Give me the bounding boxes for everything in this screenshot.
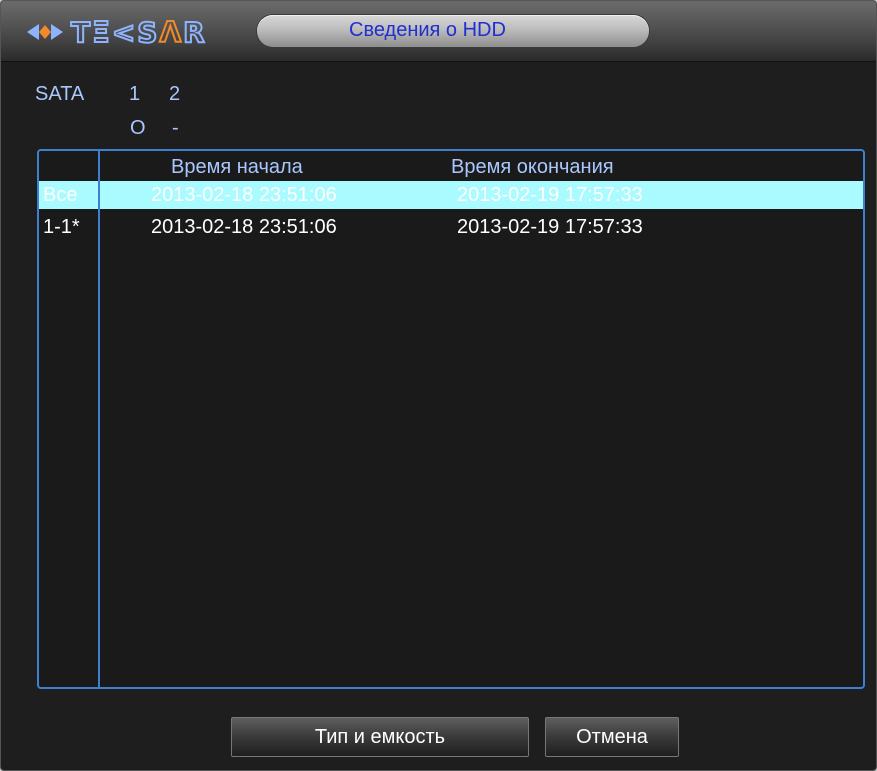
column-header-start: Время начала bbox=[171, 156, 303, 178]
row-start-time: 2013-02-18 23:51:06 bbox=[151, 184, 337, 206]
type-capacity-button[interactable]: Тип и емкость bbox=[231, 717, 529, 757]
logo-arrows-icon bbox=[27, 24, 63, 40]
row-start-time: 2013-02-18 23:51:06 bbox=[151, 216, 337, 238]
title-bar: TΞ<SΛR Сведения о HDD bbox=[1, 1, 876, 62]
column-divider bbox=[98, 151, 100, 687]
table-row[interactable]: 1-1* 2013-02-18 23:51:06 2013-02-19 17:5… bbox=[39, 213, 863, 241]
logo-wordmark: TΞ<SΛR bbox=[70, 15, 207, 50]
sata-disk-1-number[interactable]: 1 bbox=[129, 83, 140, 106]
table-row[interactable]: Все 2013-02-18 23:51:06 2013-02-19 17:57… bbox=[39, 181, 863, 209]
row-id: Все bbox=[43, 184, 78, 206]
sata-disk-1-status: O bbox=[130, 117, 146, 139]
row-end-time: 2013-02-19 17:57:33 bbox=[457, 184, 643, 206]
window-title: Сведения о HDD bbox=[349, 19, 506, 41]
sata-disk-2-status: - bbox=[172, 117, 179, 139]
column-header-end: Время окончания bbox=[451, 156, 614, 178]
row-id: 1-1* bbox=[43, 216, 80, 238]
recording-time-table: Время начала Время окончания Все 2013-02… bbox=[37, 149, 865, 689]
row-end-time: 2013-02-19 17:57:33 bbox=[457, 216, 643, 238]
sata-disk-2-number[interactable]: 2 bbox=[169, 83, 180, 106]
cancel-button[interactable]: Отмена bbox=[545, 717, 679, 757]
hdd-info-dialog: TΞ<SΛR Сведения о HDD SATA 1 2 O - Время… bbox=[0, 0, 877, 771]
teksar-logo: TΞ<SΛR bbox=[25, 15, 207, 50]
sata-label: SATA bbox=[35, 83, 85, 105]
